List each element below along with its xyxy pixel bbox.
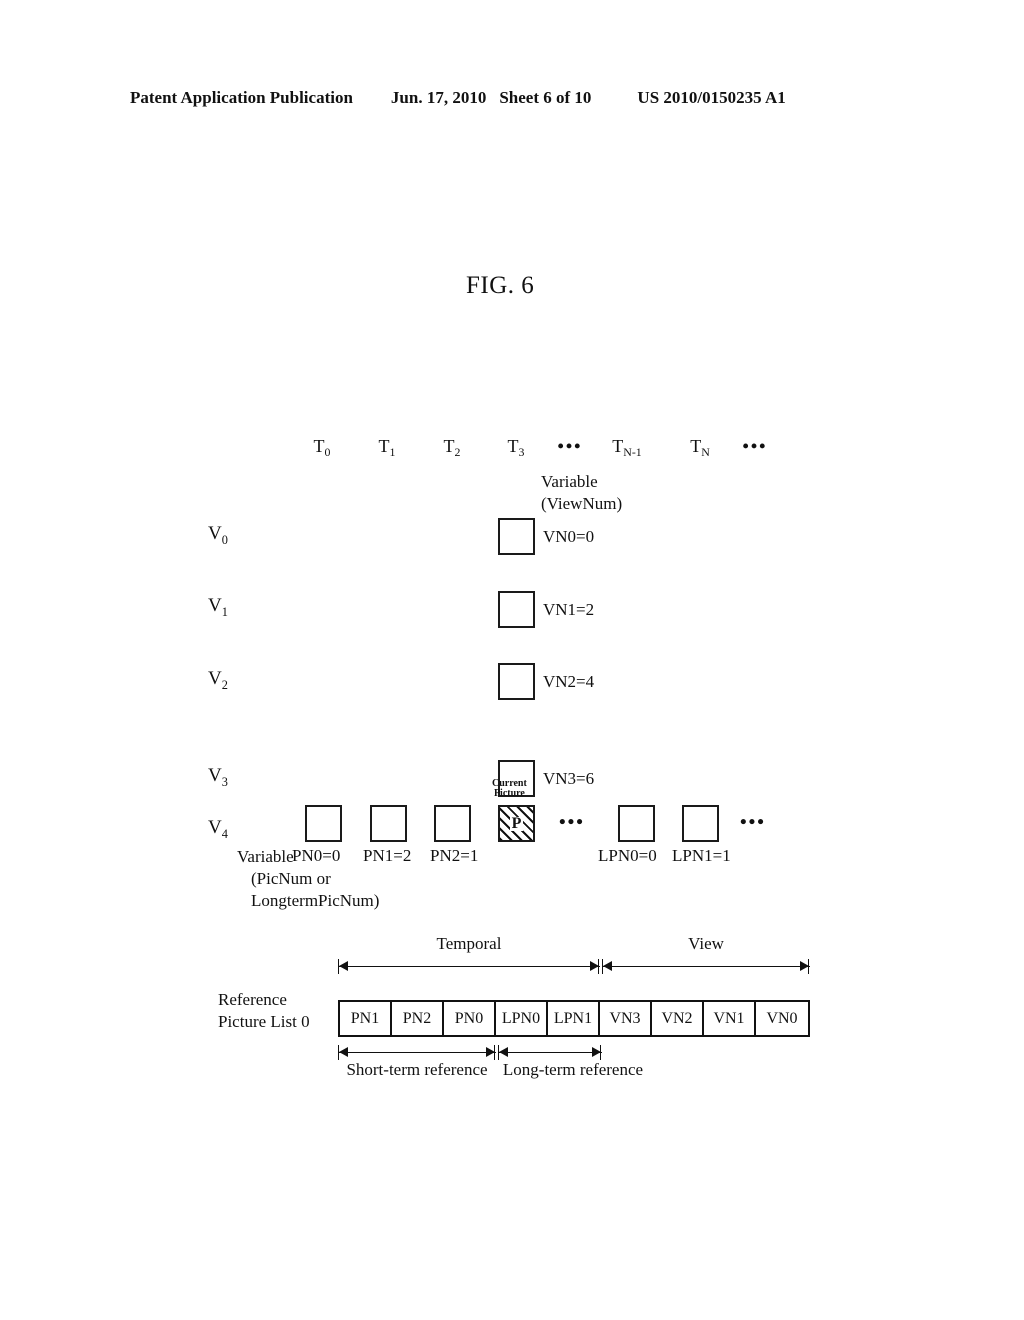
ref-cell-0[interactable]: PN1 — [340, 1002, 392, 1035]
view-label-v3: V3 — [208, 765, 228, 789]
ref-cell-6[interactable]: VN2 — [652, 1002, 704, 1035]
v4-row-ellipsis-1: ••• — [559, 812, 585, 833]
time-label-tn: TN — [690, 436, 710, 459]
picnum-header-line3: LongtermPicNum) — [251, 891, 380, 910]
viewnum-value-vn3: VN3=6 — [543, 769, 595, 788]
picture-box-v0-t3[interactable] — [498, 518, 535, 555]
header-sheet: Sheet 6 of 10 — [499, 88, 592, 107]
picnum-header-line2: (PicNum or — [251, 869, 331, 888]
temporal-span: Temporal — [338, 934, 600, 978]
viewnum-header-line2: (ViewNum) — [541, 494, 623, 513]
time-label-t1: T1 — [378, 436, 396, 459]
ref-cell-1[interactable]: PN2 — [392, 1002, 444, 1035]
short-term-span-caption: Short-term reference — [346, 1060, 488, 1079]
picnum-value-pn2: PN2=1 — [430, 846, 479, 865]
ref-cell-8[interactable]: VN0 — [756, 1002, 808, 1035]
patent-page: Patent Application Publication Jun. 17, … — [0, 0, 1024, 1320]
current-picture-box[interactable]: P — [498, 805, 535, 842]
picture-box-v4-t1[interactable] — [370, 805, 407, 842]
picnum-value-lpn0: LPN0=0 — [598, 846, 657, 865]
view-label-v2: V2 — [208, 668, 228, 692]
ref-cell-4[interactable]: LPN1 — [548, 1002, 600, 1035]
viewnum-value-vn0: VN0=0 — [543, 527, 595, 546]
view-span-caption: View — [688, 934, 724, 953]
picnum-value-pn1: PN1=2 — [363, 846, 412, 865]
time-axis-ellipsis-1: ••• — [557, 436, 583, 456]
ref-cell-5[interactable]: VN3 — [600, 1002, 652, 1035]
figure-title: FIG. 6 — [466, 272, 535, 299]
picnum-value-lpn1: LPN1=1 — [672, 846, 731, 865]
short-term-span: Short-term reference — [338, 1042, 496, 1079]
header-patent-number: US 2010/0150235 A1 — [637, 88, 786, 107]
view-label-v0: V0 — [208, 523, 228, 547]
viewnum-header-line1: Variable — [541, 472, 598, 491]
reference-list-label: Reference Picture List 0 — [218, 989, 310, 1033]
picture-box-v4-t2[interactable] — [434, 805, 471, 842]
picture-box-v2-t3[interactable] — [498, 663, 535, 700]
time-label-t3: T3 — [507, 436, 525, 459]
reference-picture-list-table: PN1 PN2 PN0 LPN0 LPN1 VN3 VN2 VN1 VN0 — [338, 1000, 810, 1037]
time-axis-ellipsis-2: ••• — [742, 436, 768, 456]
header-publication: Patent Application Publication — [130, 88, 353, 107]
view-label-v1: V1 — [208, 595, 228, 619]
long-term-span: Long-term reference — [498, 1042, 643, 1079]
long-term-span-caption: Long-term reference — [502, 1060, 644, 1079]
viewnum-value-vn2: VN2=4 — [543, 672, 595, 691]
ref-cell-7[interactable]: VN1 — [704, 1002, 756, 1035]
header-date: Jun. 17, 2010 — [390, 88, 487, 107]
view-label-v4: V4 — [208, 817, 228, 841]
temporal-span-caption: Temporal — [436, 934, 502, 953]
ref-cell-2[interactable]: PN0 — [444, 1002, 496, 1035]
current-picture-caption: Current Picture — [492, 779, 527, 799]
time-axis: T0 T1 T2 T3 ••• TN-1 TN ••• — [0, 436, 1024, 464]
current-picture-symbol: P — [509, 814, 524, 832]
time-label-tn-1: TN-1 — [612, 436, 642, 459]
time-label-t2: T2 — [443, 436, 461, 459]
viewnum-value-vn1: VN1=2 — [543, 600, 595, 619]
picture-box-v4-t0[interactable] — [305, 805, 342, 842]
time-label-t0: T0 — [313, 436, 331, 459]
v4-row-ellipsis-2: ••• — [740, 812, 766, 833]
reference-list-label-line2: Picture List 0 — [218, 1012, 310, 1031]
ref-cell-3[interactable]: LPN0 — [496, 1002, 548, 1035]
viewnum-variable-header: Variable (ViewNum) — [541, 471, 622, 515]
reference-list-label-line1: Reference — [218, 990, 287, 1009]
picnum-value-pn0: PN0=0 — [292, 846, 341, 865]
current-picture-line2: Picture — [493, 788, 525, 799]
picture-box-v1-t3[interactable] — [498, 591, 535, 628]
picture-box-v4-lpn1[interactable] — [682, 805, 719, 842]
page-header: Patent Application Publication Jun. 17, … — [130, 88, 890, 112]
picture-box-v4-lpn0[interactable] — [618, 805, 655, 842]
view-span: View — [602, 934, 810, 978]
